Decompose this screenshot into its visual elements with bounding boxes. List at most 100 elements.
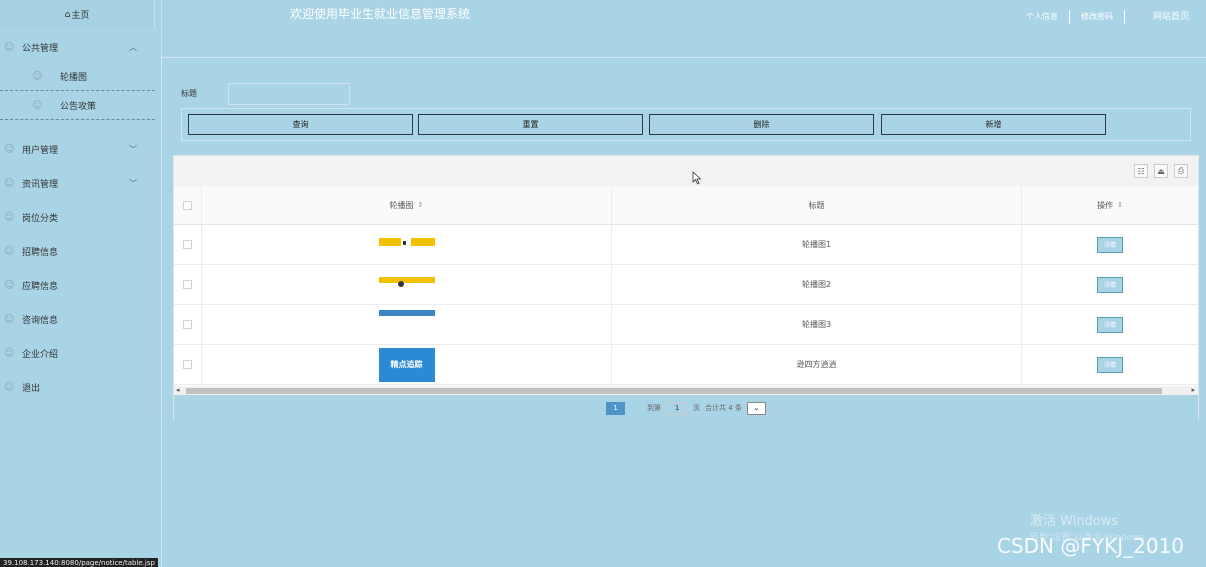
- sidebar-item-label: 公共管理: [22, 43, 59, 54]
- row-select-cell: [174, 265, 202, 304]
- row-select-cell: [174, 305, 202, 344]
- goto-label: 到第: [647, 404, 662, 412]
- user-icon: ☺: [4, 381, 15, 393]
- banner-thumbnail[interactable]: 精点追踪: [378, 347, 435, 382]
- delete-button[interactable]: 删除: [649, 114, 874, 135]
- chevron-down-icon: ⌄: [753, 404, 760, 412]
- sidebar-item-logout[interactable]: ☺ 退出: [0, 373, 155, 401]
- row-checkbox[interactable]: [183, 240, 192, 249]
- user-icon: ☺: [4, 279, 15, 291]
- sidebar-item-user-management[interactable]: ☺ 用户管理 ﹀: [0, 135, 155, 163]
- sidebar-item-label: 资讯管理: [22, 179, 59, 190]
- goto-page-input[interactable]: 1: [666, 401, 689, 415]
- sidebar-item-label: 岗位分类: [22, 213, 59, 224]
- data-table: ☷ ⏏ ⎙ 轮播图 ⇕ 标题 操作 ⇕ 轮播图1 详情 轮播图2 详情 轮播图3…: [173, 155, 1199, 421]
- banner-thumbnail[interactable]: [378, 267, 435, 302]
- print-icon[interactable]: ⎙: [1174, 164, 1188, 178]
- add-button[interactable]: 新增: [881, 114, 1106, 135]
- row-checkbox[interactable]: [183, 320, 192, 329]
- user-icon: ☺: [4, 143, 15, 155]
- action-cell: 详情: [1022, 305, 1198, 344]
- query-button[interactable]: 查询: [188, 114, 413, 135]
- row-select-cell: [174, 225, 202, 264]
- chevron-down-icon: ﹀: [129, 178, 137, 188]
- columns-filter-icon[interactable]: ☷: [1134, 164, 1148, 178]
- browser-status-url: 39.108.173.140:8080/page/notice/table.js…: [0, 558, 158, 567]
- page-button-current[interactable]: 1: [606, 401, 626, 415]
- sidebar-item-consultation[interactable]: ☺ 咨询信息: [0, 305, 155, 333]
- sidebar-item-recruitment[interactable]: ☺ 招聘信息: [0, 237, 155, 265]
- row-title: 逊四方逍逍: [796, 360, 837, 369]
- detail-button[interactable]: 详情: [1097, 276, 1123, 293]
- home-label: 主页: [71, 11, 90, 21]
- column-header-label: 操作: [1097, 200, 1114, 210]
- site-home-link[interactable]: 网站首页: [1125, 10, 1189, 24]
- reset-button[interactable]: 重置: [418, 114, 643, 135]
- banner-thumbnail[interactable]: [378, 227, 435, 262]
- sidebar-item-job-category[interactable]: ☺ 岗位分类: [0, 203, 155, 231]
- user-icon: ☺: [4, 347, 15, 359]
- sidebar-item-company[interactable]: ☺ 企业介绍: [0, 339, 155, 367]
- home-icon: ⌂: [64, 9, 71, 20]
- page-unit-label: 页: [693, 404, 701, 412]
- row-title: 轮播图2: [801, 280, 832, 289]
- scroll-left-icon[interactable]: ◂: [176, 386, 180, 394]
- sidebar-item-application[interactable]: ☺ 应聘信息: [0, 271, 155, 299]
- sidebar-subitem-label: 轮播图: [60, 73, 88, 83]
- action-cell: 详情: [1022, 345, 1198, 384]
- image-cell: [202, 265, 612, 304]
- banner-thumbnail[interactable]: [378, 307, 435, 342]
- column-header-action[interactable]: 操作 ⇕: [1022, 186, 1198, 224]
- sort-icon[interactable]: ⇕: [418, 201, 424, 209]
- row-title: 轮播图1: [801, 240, 832, 249]
- select-all-checkbox[interactable]: [183, 200, 192, 210]
- sidebar-subitem-label: 公告攻策: [60, 102, 97, 112]
- title-search-input[interactable]: [228, 83, 350, 105]
- title-cell: 轮播图1: [612, 225, 1022, 264]
- pagination: 1 到第 1 页 合计共 4 条 ⌄: [174, 395, 1198, 421]
- page-size-select[interactable]: ⌄: [746, 401, 766, 415]
- detail-button[interactable]: 详情: [1097, 236, 1123, 253]
- user-icon: ☺: [4, 211, 15, 223]
- column-header-image[interactable]: 轮播图 ⇕: [202, 186, 612, 224]
- sidebar-item-public-management[interactable]: ☺ 公共管理 ︿: [0, 33, 155, 61]
- user-icon: ☺: [4, 245, 15, 257]
- column-header-title: 标题: [612, 186, 1022, 224]
- column-header-label: 标题: [808, 200, 825, 210]
- search-label: 标题: [181, 89, 197, 98]
- change-password-link[interactable]: 修改密码: [1070, 10, 1125, 24]
- sidebar-item-label: 咨询信息: [22, 315, 59, 326]
- column-header-label: 轮播图: [389, 200, 414, 210]
- sidebar-subitem-carousel[interactable]: ☺ 轮播图: [0, 63, 155, 91]
- title-cell: 轮播图3: [612, 305, 1022, 344]
- sidebar-item-label: 应聘信息: [22, 281, 59, 292]
- horizontal-scrollbar[interactable]: ◂ ▸: [174, 386, 1198, 395]
- row-checkbox[interactable]: [183, 360, 192, 369]
- user-icon: ☺: [4, 313, 15, 325]
- row-checkbox[interactable]: [183, 280, 192, 289]
- sidebar: ⌂ 主页 ☺ 公共管理 ︿ ☺ 轮播图 ☺ 公告攻策 ☺ 用户管理 ﹀ ☺ 资讯…: [0, 0, 162, 567]
- mouse-cursor-icon: [692, 171, 702, 185]
- title-cell: 轮播图2: [612, 265, 1022, 304]
- row-title: 轮播图3: [801, 320, 832, 329]
- row-select-cell: [174, 345, 202, 384]
- sort-icon[interactable]: ⇕: [1117, 201, 1123, 209]
- sidebar-item-news-management[interactable]: ☺ 资讯管理 ﹀: [0, 169, 155, 197]
- sidebar-item-label: 退出: [22, 383, 41, 394]
- sidebar-subitem-notice[interactable]: ☺ 公告攻策: [0, 92, 155, 120]
- detail-button[interactable]: 详情: [1097, 316, 1123, 333]
- export-icon[interactable]: ⏏: [1154, 164, 1168, 178]
- table-row: 轮播图1 详情: [174, 225, 1198, 265]
- table-toolbar: ☷ ⏏ ⎙: [174, 156, 1198, 186]
- scroll-right-icon[interactable]: ▸: [1191, 386, 1195, 394]
- profile-link[interactable]: 个人信息: [1015, 10, 1070, 24]
- action-cell: 详情: [1022, 265, 1198, 304]
- image-cell: [202, 225, 612, 264]
- select-all-cell: [174, 186, 202, 224]
- home-link[interactable]: ⌂ 主页: [0, 0, 155, 29]
- top-links: 个人信息 修改密码 网站首页: [1015, 10, 1189, 24]
- user-icon: ☺: [32, 71, 43, 82]
- detail-button[interactable]: 详情: [1097, 356, 1123, 373]
- image-cell: 精点追踪: [202, 345, 612, 384]
- scrollbar-thumb[interactable]: [186, 388, 1162, 394]
